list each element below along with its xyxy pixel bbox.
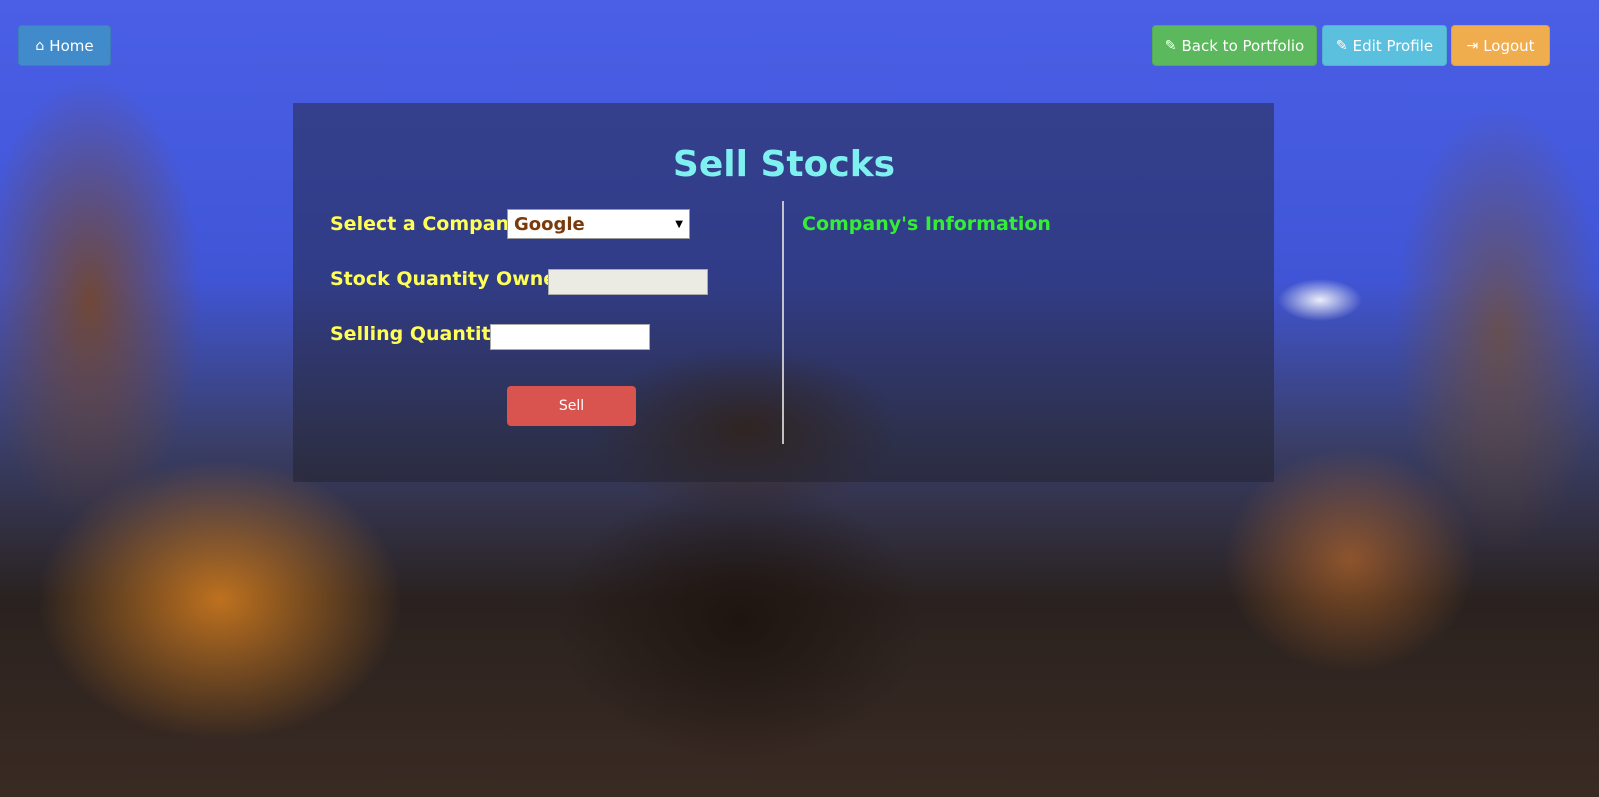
edit-icon: ✎ — [1164, 37, 1177, 54]
selling-quantity-input[interactable] — [490, 324, 650, 350]
back-to-portfolio-label: Back to Portfolio — [1181, 36, 1305, 55]
company-select[interactable]: Google ▼ — [507, 209, 690, 239]
company-info-heading: Company's Information — [802, 213, 1051, 235]
home-button-label: Home — [49, 36, 94, 55]
edit-profile-label: Edit Profile — [1352, 36, 1434, 55]
dropdown-arrow-icon: ▼ — [675, 218, 683, 230]
divider — [782, 201, 784, 444]
back-to-portfolio-button[interactable]: ✎ Back to Portfolio — [1152, 25, 1317, 66]
stock-quantity-owned-field — [548, 269, 708, 295]
selling-label: Selling Quantity: — [330, 323, 511, 345]
edit-profile-button[interactable]: ✎ Edit Profile — [1322, 25, 1447, 66]
logout-button[interactable]: ⇥ Logout — [1451, 25, 1550, 66]
home-button[interactable]: ⌂ Home — [18, 25, 111, 66]
logout-icon: ⇥ — [1466, 37, 1479, 54]
edit-icon: ✎ — [1335, 37, 1348, 54]
owned-label: Stock Quantity Owned: — [330, 268, 578, 290]
page-title: Sell Stocks — [672, 144, 896, 185]
company-select-value: Google — [514, 213, 585, 235]
sell-button[interactable]: Sell — [507, 386, 636, 426]
logout-label: Logout — [1483, 36, 1535, 55]
home-icon: ⌂ — [35, 37, 45, 54]
company-label: Select a Company: — [330, 213, 530, 235]
